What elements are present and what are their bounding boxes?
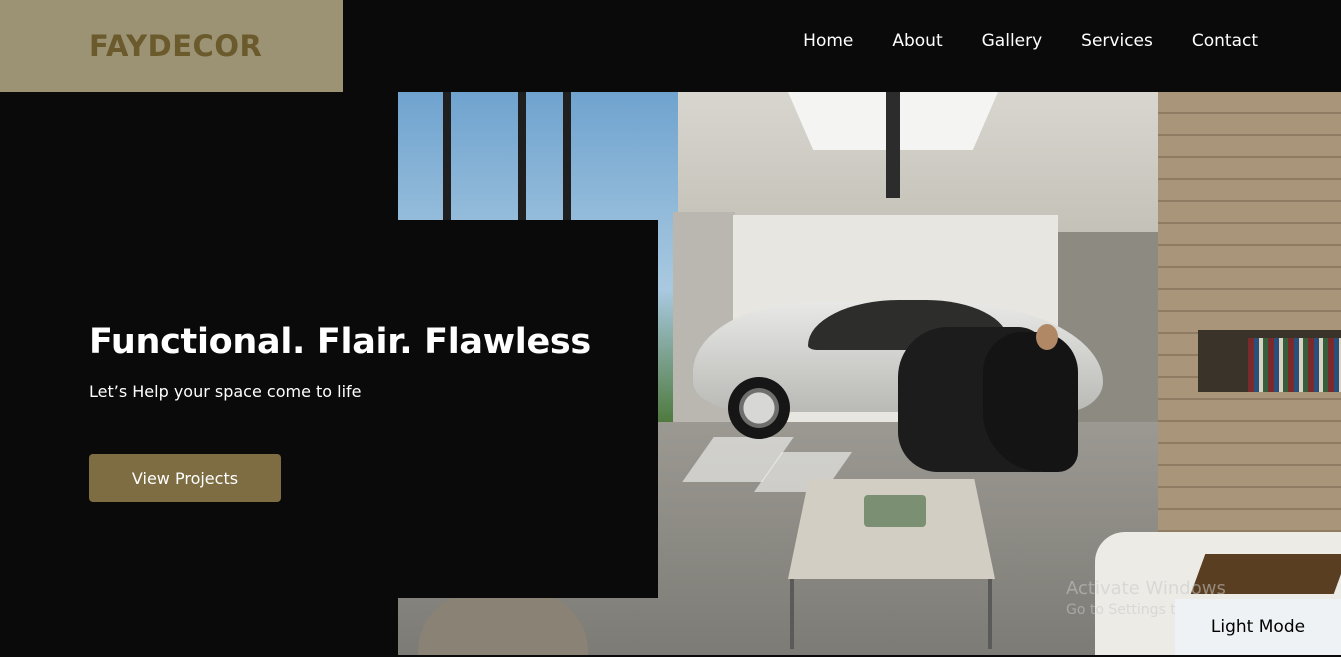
watermark-title: Activate Windows <box>1066 578 1226 599</box>
logo-text[interactable]: FAYDECOR <box>89 29 262 63</box>
view-projects-button[interactable]: View Projects <box>89 454 281 502</box>
page: FAYDECOR Home About Gallery Services Con… <box>0 0 1341 657</box>
hero-panel-overlay <box>398 220 658 598</box>
photo-beam <box>886 92 900 198</box>
hero-panel <box>0 92 398 657</box>
hero-title: Functional. Flair. Flawless <box>89 322 591 362</box>
light-mode-toggle[interactable]: Light Mode <box>1175 599 1341 655</box>
photo-chair <box>983 332 1078 472</box>
photo-table <box>788 479 995 579</box>
logo-container[interactable]: FAYDECOR <box>0 0 343 92</box>
nav-about[interactable]: About <box>892 31 942 51</box>
photo-person-head <box>1036 324 1058 350</box>
hero-subtitle: Let’s Help your space come to life <box>89 382 362 401</box>
photo-flowers <box>864 495 926 527</box>
nav-gallery[interactable]: Gallery <box>982 31 1043 51</box>
photo-car-wheel <box>728 377 790 439</box>
photo-books <box>1248 338 1341 392</box>
nav-contact[interactable]: Contact <box>1192 31 1258 51</box>
nav-services[interactable]: Services <box>1081 31 1153 51</box>
photo-table-leg <box>790 579 794 649</box>
nav-home[interactable]: Home <box>803 31 853 51</box>
main-nav: Home About Gallery Services Contact <box>764 31 1258 51</box>
photo-table-leg <box>988 579 992 649</box>
photo-wood-wall <box>1158 92 1341 552</box>
